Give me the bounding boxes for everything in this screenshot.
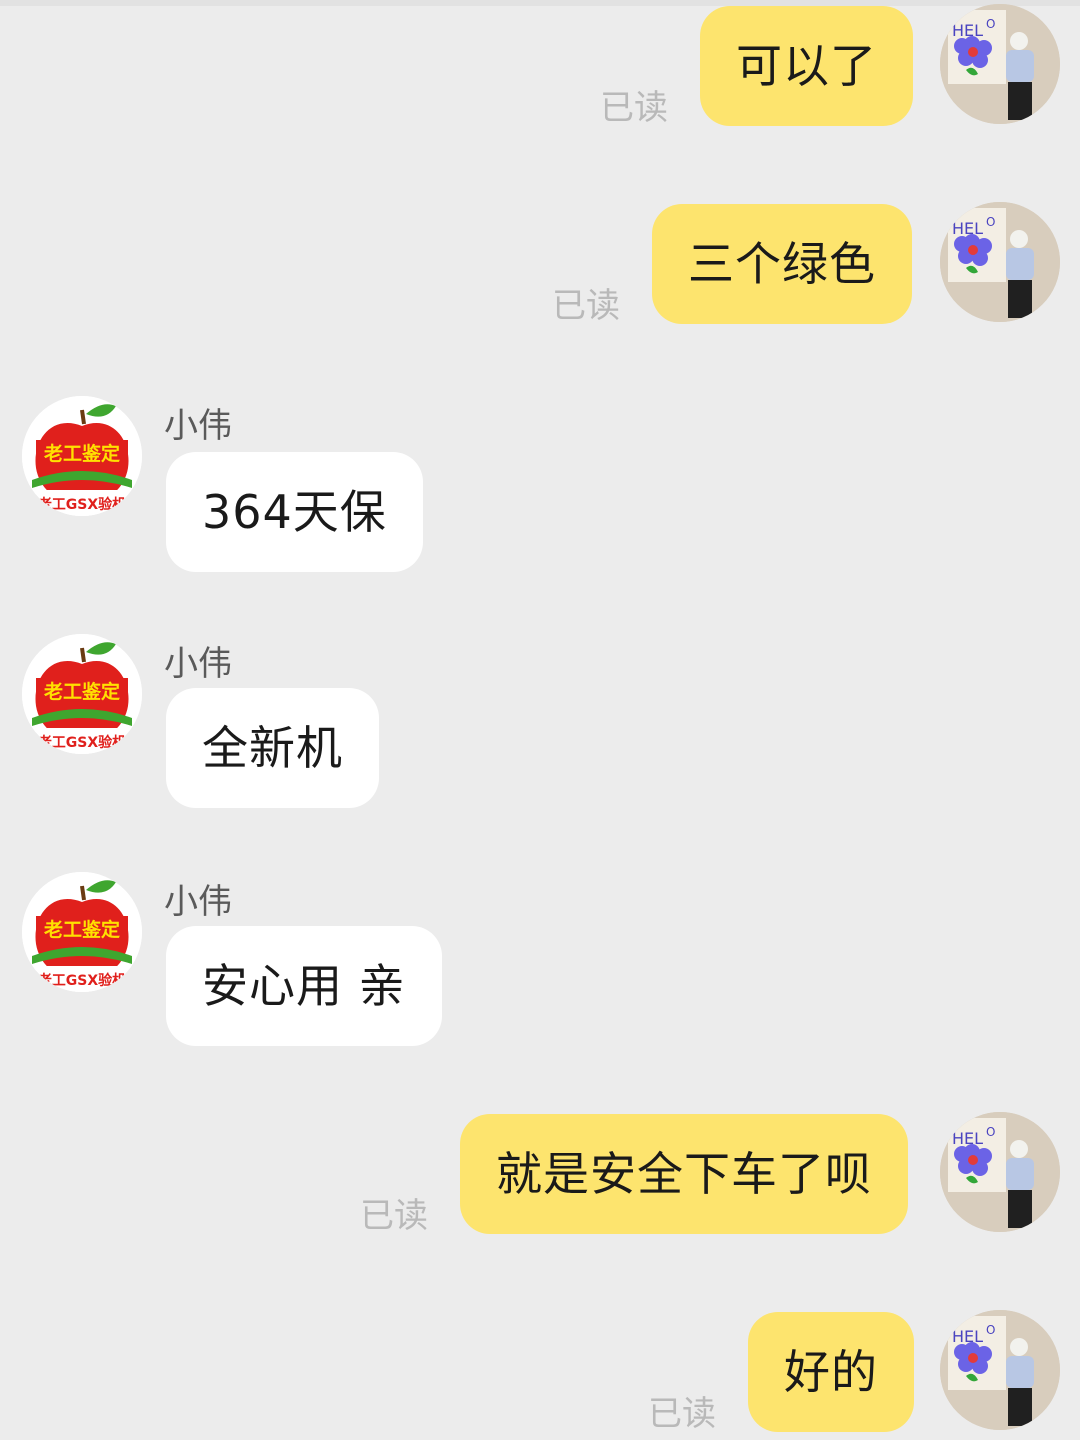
message-bubble[interactable]: 三个绿色 — [652, 204, 912, 324]
apple-logo-icon: 老工鉴定 老工GSX验机 — [22, 872, 142, 992]
user-avatar[interactable]: HEL O — [940, 202, 1060, 322]
hello-flower-photo-icon: HEL O — [940, 1112, 1060, 1232]
message-bubble[interactable]: 好的 — [748, 1312, 914, 1432]
message-bubble[interactable]: 就是安全下车了呗 — [460, 1114, 908, 1234]
user-avatar[interactable]: HEL O — [940, 1112, 1060, 1232]
message-text: 全新机 — [202, 721, 343, 775]
message-text: 安心用 亲 — [202, 959, 406, 1013]
message-bubble[interactable]: 全新机 — [166, 688, 379, 808]
sub-text: 老工GSX验机 — [38, 496, 126, 513]
svg-text:HEL: HEL — [952, 219, 983, 238]
message-text: 可以了 — [736, 39, 877, 93]
brand-text: 老工鉴定 — [44, 680, 120, 703]
seller-avatar[interactable]: 老工鉴定 老工GSX验机 — [22, 396, 142, 516]
top-divider — [0, 0, 1080, 6]
apple-logo-icon: 老工鉴定 老工GSX验机 — [22, 634, 142, 754]
svg-text:HEL: HEL — [952, 1327, 983, 1346]
message-text: 好的 — [784, 1345, 878, 1399]
seller-avatar[interactable]: 老工鉴定 老工GSX验机 — [22, 634, 142, 754]
svg-text:HEL: HEL — [952, 21, 983, 40]
message-bubble[interactable]: 可以了 — [700, 6, 913, 126]
sub-text: 老工GSX验机 — [38, 734, 126, 751]
user-avatar[interactable]: HEL O — [940, 1310, 1060, 1430]
svg-text:O: O — [986, 215, 995, 229]
brand-text: 老工鉴定 — [44, 918, 120, 941]
svg-text:HEL: HEL — [952, 1129, 983, 1148]
message-bubble[interactable]: 364天保 — [166, 452, 423, 572]
apple-logo-icon: 老工鉴定 老工GSX验机 — [22, 396, 142, 516]
message-text: 364天保 — [202, 485, 387, 539]
hello-flower-photo-icon: HEL O — [940, 202, 1060, 322]
message-text: 就是安全下车了呗 — [496, 1147, 872, 1201]
svg-text:O: O — [986, 1323, 995, 1337]
message-text: 三个绿色 — [688, 237, 876, 291]
sub-text: 老工GSX验机 — [38, 972, 126, 989]
sender-name: 小伟 — [164, 406, 232, 446]
brand-text: 老工鉴定 — [44, 442, 120, 465]
message-bubble[interactable]: 安心用 亲 — [166, 926, 442, 1046]
sender-name: 小伟 — [164, 882, 232, 922]
seller-avatar[interactable]: 老工鉴定 老工GSX验机 — [22, 872, 142, 992]
user-avatar[interactable]: HEL O — [940, 4, 1060, 124]
read-status: 已读 — [648, 1394, 716, 1434]
sender-name: 小伟 — [164, 644, 232, 684]
read-status: 已读 — [552, 286, 620, 326]
svg-text:O: O — [986, 17, 995, 31]
hello-flower-photo-icon: HEL O — [940, 1310, 1060, 1430]
read-status: 已读 — [600, 88, 668, 128]
hello-flower-photo-icon: HEL O — [940, 4, 1060, 124]
svg-text:O: O — [986, 1125, 995, 1139]
read-status: 已读 — [360, 1196, 428, 1236]
